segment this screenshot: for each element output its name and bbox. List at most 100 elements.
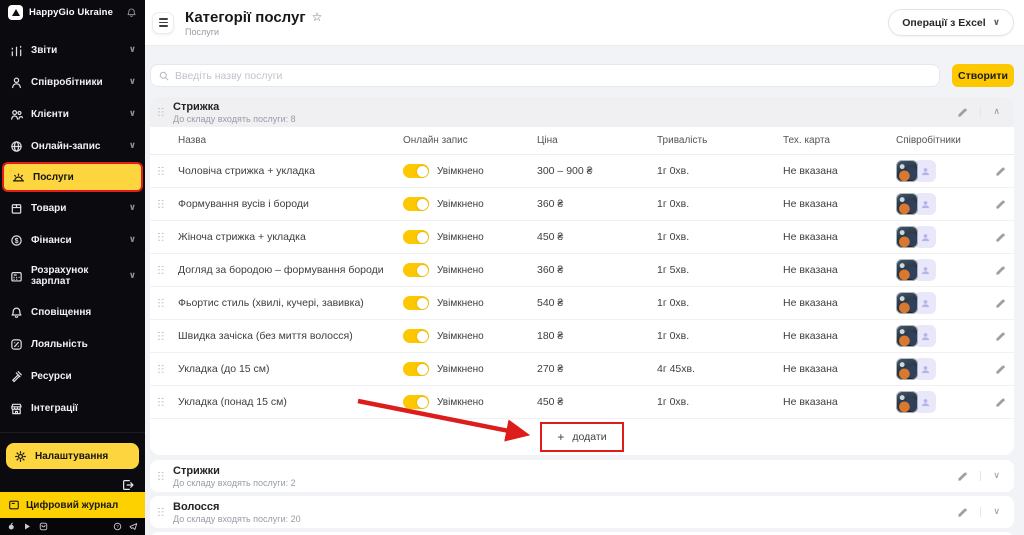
category-summary: До складу входять послуги: 20 <box>173 514 301 524</box>
chevron-down-icon: ∨ <box>993 18 1000 28</box>
service-search <box>150 64 940 87</box>
help-icon[interactable]: ? <box>113 522 122 531</box>
expand-category-icon[interactable]: ∨ <box>980 471 1004 481</box>
online-booking-toggle[interactable] <box>403 329 429 343</box>
online-booking-toggle[interactable] <box>403 362 429 376</box>
box-icon <box>9 202 23 215</box>
drag-handle-icon[interactable] <box>158 398 164 407</box>
google-play-icon[interactable] <box>23 522 32 531</box>
chart-icon <box>9 44 23 57</box>
sidebar-item-settings[interactable]: Налаштування <box>6 443 139 469</box>
table-header: Назва Онлайн запис Ціна Тривалість Тех. … <box>150 127 1014 155</box>
edit-service-icon[interactable] <box>993 331 1008 342</box>
drag-handle-icon[interactable] <box>158 167 164 176</box>
service-duration: 1г 0хв. <box>657 330 783 342</box>
toggle-status: Увімкнено <box>437 265 484 276</box>
edit-service-icon[interactable] <box>993 265 1008 276</box>
sidebar-item-online-booking[interactable]: Онлайн-запис ∨ <box>0 130 145 162</box>
drag-handle-icon[interactable] <box>158 508 164 517</box>
service-duration: 1г 0хв. <box>657 297 783 309</box>
collapse-category-icon[interactable]: ∧ <box>980 107 1004 117</box>
service-name: Фьортис стиль (хвилі, кучері, завивка) <box>178 297 403 309</box>
service-duration: 1г 0хв. <box>657 165 783 177</box>
notifications-bell-icon[interactable] <box>126 7 137 18</box>
create-button[interactable]: Створити <box>952 64 1014 87</box>
sidebar-item-salary[interactable]: Розрахунок зарплат ∨ <box>0 256 145 296</box>
app-gallery-icon[interactable] <box>39 522 48 531</box>
logout-button[interactable] <box>0 469 145 493</box>
journal-icon <box>8 499 20 511</box>
online-booking-toggle[interactable] <box>403 296 429 310</box>
edit-service-icon[interactable] <box>993 298 1008 309</box>
telegram-icon[interactable] <box>129 522 138 531</box>
chevron-down-icon: ∨ <box>129 203 136 213</box>
online-booking-toggle[interactable] <box>403 263 429 277</box>
search-icon <box>159 71 169 81</box>
edit-service-icon[interactable] <box>993 166 1008 177</box>
table-row: Укладка (понад 15 см) Увімкнено 450 ₴ 1г… <box>150 386 1014 419</box>
chevron-down-icon: ∨ <box>129 77 136 87</box>
edit-service-icon[interactable] <box>993 397 1008 408</box>
service-duration: 4г 45хв. <box>657 363 783 375</box>
edit-category-icon[interactable] <box>945 471 980 482</box>
sidebar-item-integrations[interactable]: Інтеграції <box>0 392 145 424</box>
drag-handle-icon[interactable] <box>158 266 164 275</box>
drag-handle-icon[interactable] <box>158 200 164 209</box>
column-header-price: Ціна <box>537 135 657 146</box>
edit-category-icon[interactable] <box>945 507 980 518</box>
store-icon <box>9 402 23 415</box>
service-name: Формування вусів і бороди <box>178 198 403 210</box>
service-name: Догляд за бородою – формування бороди <box>178 264 403 276</box>
service-name: Укладка (до 15 см) <box>178 363 403 375</box>
service-price: 360 ₴ <box>537 264 657 276</box>
brand-logo <box>8 5 23 20</box>
service-duration: 1г 5хв. <box>657 264 783 276</box>
service-price: 540 ₴ <box>537 297 657 309</box>
table-row: Швидка зачіска (без миття волосся) Увімк… <box>150 320 1014 353</box>
edit-service-icon[interactable] <box>993 199 1008 210</box>
employee-avatar <box>896 226 918 248</box>
sidebar-item-loyalty[interactable]: Лояльність <box>0 328 145 360</box>
drag-handle-icon[interactable] <box>158 332 164 341</box>
drag-handle-icon[interactable] <box>158 365 164 374</box>
sidebar-item-clients[interactable]: Клієнти ∨ <box>0 98 145 130</box>
app-store-icon[interactable] <box>7 522 16 531</box>
table-row: Чоловіча стрижка + укладка Увімкнено 300… <box>150 155 1014 188</box>
breadcrumb: Послуги <box>185 27 322 37</box>
excel-operations-button[interactable]: Операції з Excel ∨ <box>888 9 1014 36</box>
edit-category-icon[interactable] <box>945 107 980 118</box>
category-card-collapsed: Стрижки До складу входять послуги: 2 ∨ <box>150 460 1014 492</box>
sidebar-divider <box>0 432 145 433</box>
online-booking-toggle[interactable] <box>403 197 429 211</box>
toggle-status: Увімкнено <box>437 364 484 375</box>
edit-service-icon[interactable] <box>993 364 1008 375</box>
digital-journal-button[interactable]: Цифровий журнал <box>0 492 145 518</box>
edit-service-icon[interactable] <box>993 232 1008 243</box>
sidebar-item-notifications[interactable]: Сповіщення <box>0 296 145 328</box>
sidebar-item-employees[interactable]: Співробітники ∨ <box>0 66 145 98</box>
chevron-down-icon: ∨ <box>129 141 136 151</box>
add-service-button[interactable]: + додати <box>547 427 616 447</box>
chevron-down-icon: ∨ <box>129 271 136 281</box>
sidebar-item-reports[interactable]: Звіти ∨ <box>0 34 145 66</box>
expand-category-icon[interactable]: ∨ <box>980 507 1004 517</box>
dollar-icon: $ <box>9 234 23 247</box>
drag-handle-icon[interactable] <box>158 108 164 117</box>
globe-icon <box>9 140 23 153</box>
menu-toggle-button[interactable] <box>152 12 174 34</box>
drag-handle-icon[interactable] <box>158 299 164 308</box>
drag-handle-icon[interactable] <box>158 472 164 481</box>
service-duration: 1г 0хв. <box>657 231 783 243</box>
search-input[interactable] <box>175 70 931 82</box>
employee-avatar <box>896 325 918 347</box>
sidebar-item-finance[interactable]: $ Фінанси ∨ <box>0 224 145 256</box>
sidebar-item-resources[interactable]: Ресурси <box>0 360 145 392</box>
online-booking-toggle[interactable] <box>403 164 429 178</box>
sidebar-item-products[interactable]: Товари ∨ <box>0 192 145 224</box>
service-name: Чоловіча стрижка + укладка <box>178 165 403 177</box>
drag-handle-icon[interactable] <box>158 233 164 242</box>
online-booking-toggle[interactable] <box>403 230 429 244</box>
sidebar-item-services[interactable]: Послуги <box>2 162 143 192</box>
online-booking-toggle[interactable] <box>403 395 429 409</box>
favorite-star-icon[interactable]: ☆ <box>312 10 323 24</box>
